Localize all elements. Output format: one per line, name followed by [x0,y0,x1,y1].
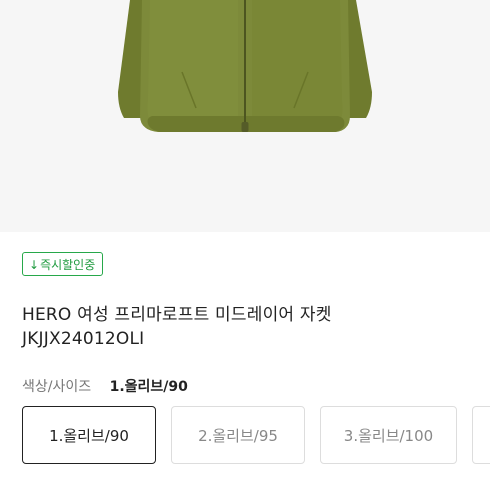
product-code: JKJJX24012OLI [22,329,145,349]
product-image[interactable] [0,0,490,232]
instant-discount-badge: ↓즉시할인중 [22,252,104,276]
option-button-olive-95[interactable]: 2.올리브/95 [171,406,305,464]
olive-jacket-image [118,0,372,132]
option-button-olive-90[interactable]: 1.올리브/90 [22,406,156,464]
product-detail-page: ↓즉시할인중 HERO 여성 프리마로프트 미드레이어 자켓 JKJJX2401… [0,0,490,490]
option-summary: 색상/사이즈 1.올리브/90 [22,376,188,396]
badge-label: 즉시할인중 [40,258,96,272]
option-button-olive-100[interactable]: 3.올리브/100 [320,406,457,464]
down-arrow-icon: ↓ [29,258,40,272]
option-label: 색상/사이즈 [22,379,92,395]
product-title: HERO 여성 프리마로프트 미드레이어 자켓 [22,305,332,325]
option-selected-value: 1.올리브/90 [109,379,188,395]
option-button-partial[interactable] [472,406,490,464]
